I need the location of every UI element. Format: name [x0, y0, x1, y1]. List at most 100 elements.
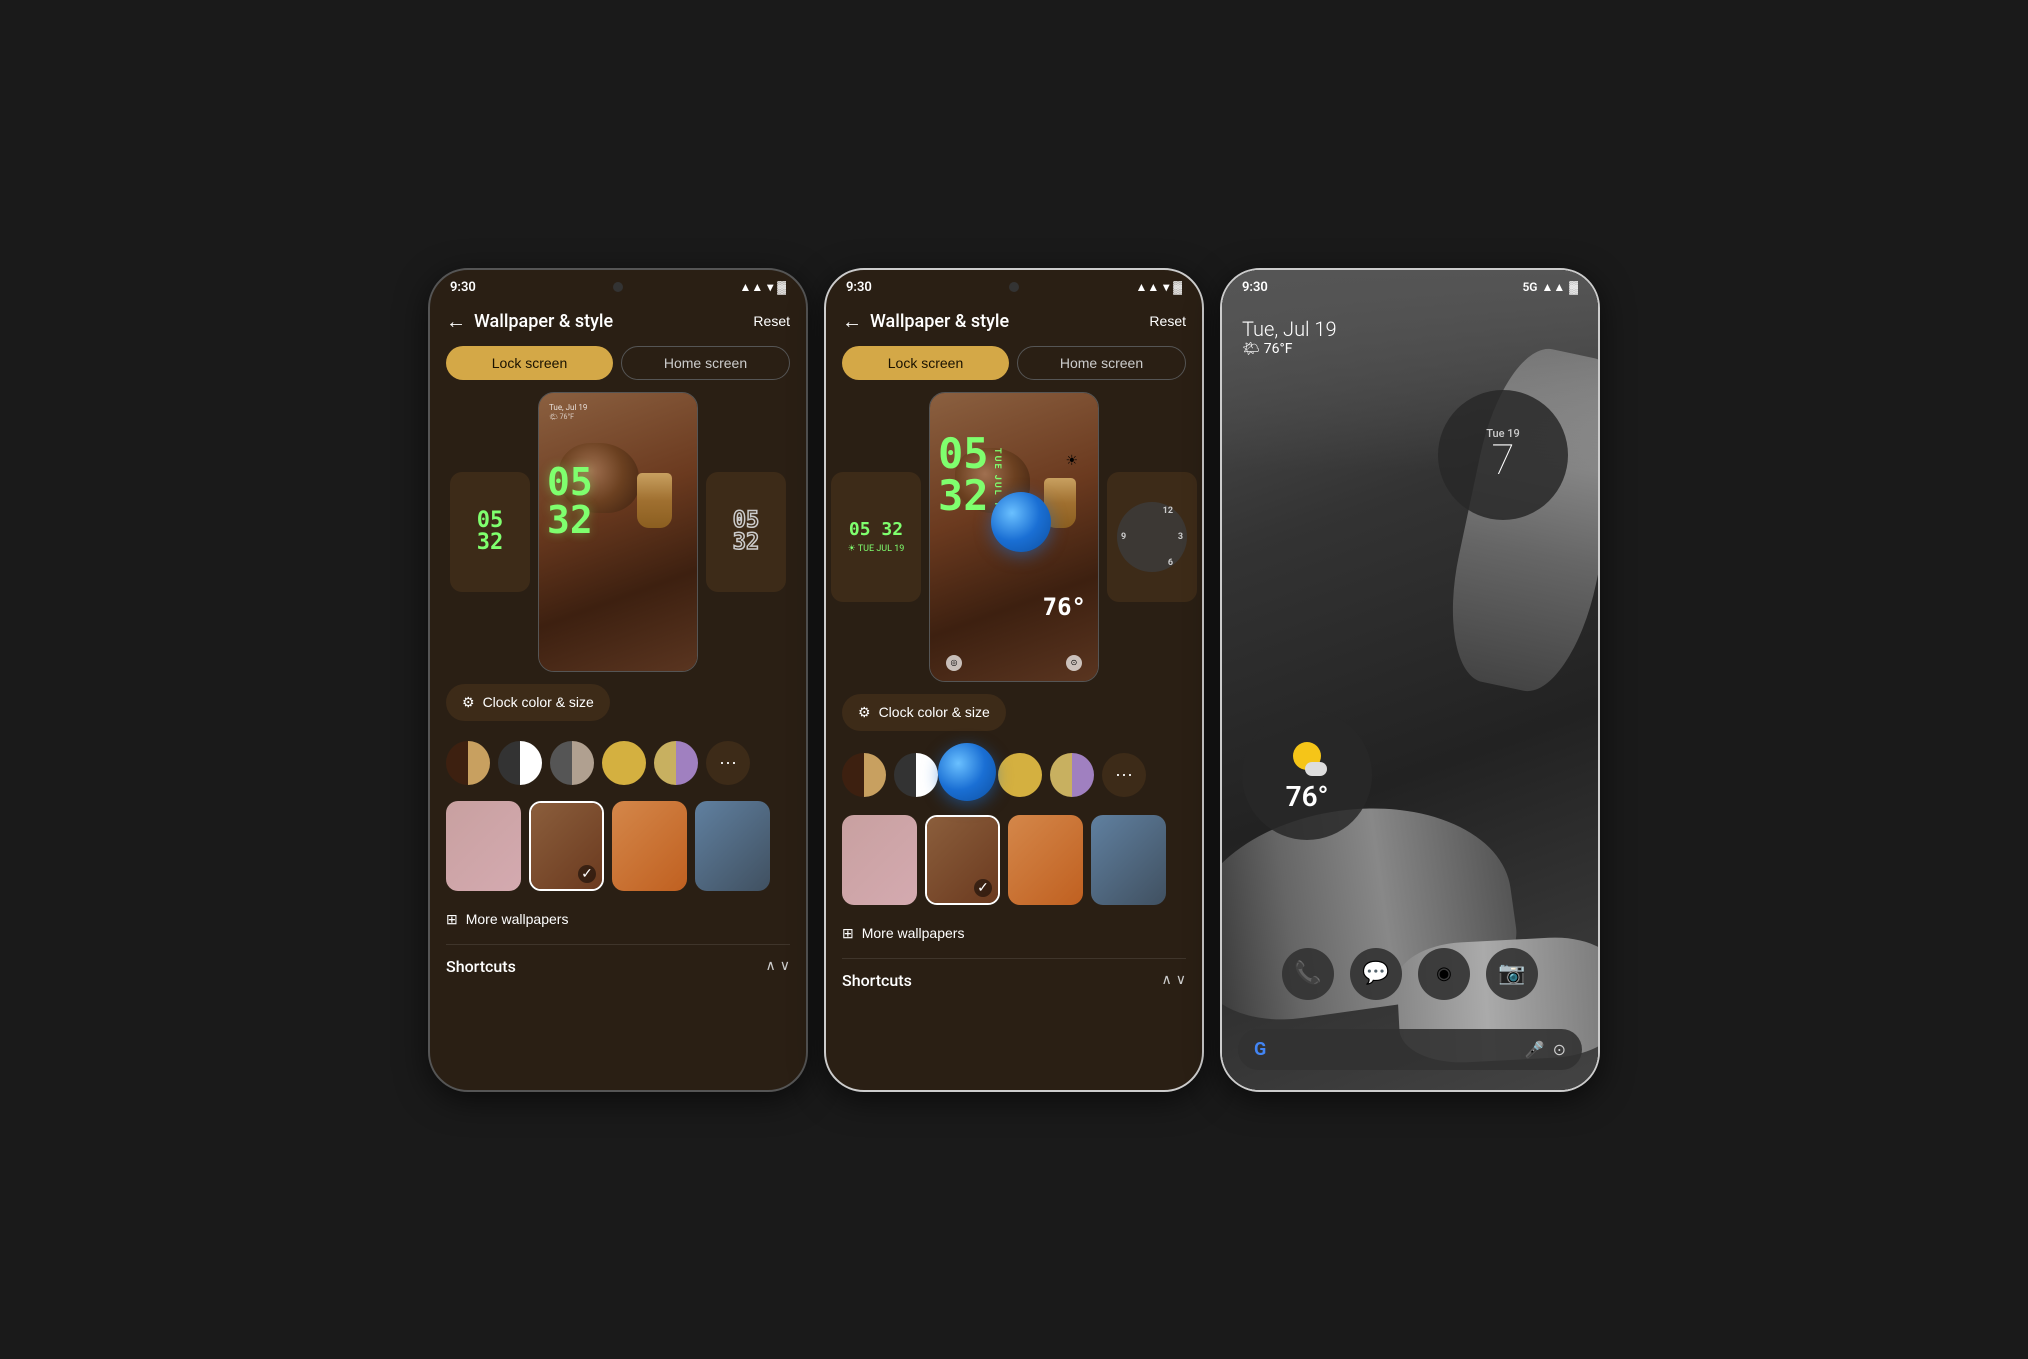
header-left-1: ← Wallpaper & style [446, 309, 613, 334]
clock-option-right-1[interactable]: 0532 [706, 472, 786, 592]
swatch-gray-1[interactable] [550, 741, 594, 785]
page-title-2: Wallpaper & style [870, 311, 1009, 332]
phone-2: 9:30 ▲▲ ▾ ▓ ← Wallpaper & style Reset Lo… [824, 268, 1204, 1092]
blue-drag-indicator[interactable] [991, 492, 1051, 552]
shortcuts-label-1: Shortcuts [446, 957, 516, 976]
wp-thumb-brown-2[interactable]: ✓ [925, 815, 1000, 905]
shortcuts-expand-2[interactable]: ∧ ∨ [1162, 972, 1187, 988]
swatch-purple-1[interactable] [654, 741, 698, 785]
swatch-gold-2[interactable] [842, 753, 886, 797]
status-icons-3: 5G ▲▲ ▓ [1522, 280, 1578, 294]
selected-checkmark-1: ✓ [578, 865, 596, 883]
preview-area-1: 0532 Tue, Jul 19 🌤 76°F [430, 392, 806, 684]
signal-icon-3: ▲▲ [1541, 280, 1565, 294]
page-title-1: Wallpaper & style [474, 311, 613, 332]
swatch-yellow-2[interactable] [998, 753, 1042, 797]
wp-thumb-orange-1[interactable] [612, 801, 687, 891]
swatch-more-2[interactable]: ··· [1102, 753, 1146, 797]
tab-lock-screen-1[interactable]: Lock screen [446, 346, 613, 380]
color-swatches-2: ··· [826, 743, 1202, 807]
more-wallpapers-btn-2[interactable]: ⊞ More wallpapers [842, 917, 964, 950]
time-2: 9:30 [846, 280, 872, 295]
tab-home-screen-2[interactable]: Home screen [1017, 346, 1186, 380]
status-bar-2: 9:30 ▲▲ ▾ ▓ [826, 270, 1202, 301]
gear-icon-1: ⚙ [462, 694, 475, 711]
preview-date-1: Tue, Jul 19 [549, 403, 587, 412]
fingerprint-icon-2: ◎ [946, 655, 962, 671]
wallpaper-thumbs-1: ✓ [430, 793, 806, 899]
dock-camera-3[interactable]: 📷 [1486, 948, 1538, 1000]
tab-lock-screen-2[interactable]: Lock screen [842, 346, 1009, 380]
wp-thumb-pink-2[interactable] [842, 815, 917, 905]
tab-home-screen-1[interactable]: Home screen [621, 346, 790, 380]
divider-1 [446, 944, 790, 945]
shortcuts-expand-1[interactable]: ∧ ∨ [766, 958, 791, 974]
clock-option-right-2[interactable]: 12 3 6 9 [1107, 472, 1197, 602]
live-date-3: Tue, Jul 19 [1242, 317, 1578, 341]
swatch-bw-2[interactable] [894, 753, 938, 797]
clock-option-left-1[interactable]: 0532 [450, 472, 530, 592]
more-wallpapers-label-1: More wallpapers [466, 911, 569, 927]
preview-bottom-2: ◎ ⊙ [930, 655, 1098, 671]
status-bar-3: 9:30 5G ▲▲ ▓ [1222, 270, 1598, 301]
clock-color-btn-1[interactable]: ⚙ Clock color & size [446, 684, 610, 721]
dock-phone-3[interactable]: 📞 [1282, 948, 1334, 1000]
color-swatches-1: ··· [430, 733, 806, 793]
swatch-gold-1[interactable] [446, 741, 490, 785]
more-wallpapers-label-2: More wallpapers [862, 925, 965, 941]
clock-left-date-2: ☀ TUE JUL 19 [848, 544, 905, 554]
preview-temp-2: 76° [1043, 593, 1086, 621]
swatch-yellow-1[interactable] [602, 741, 646, 785]
tab-bar-2: Lock screen Home screen [826, 346, 1202, 392]
shortcuts-label-2: Shortcuts [842, 971, 912, 990]
dock-messages-3[interactable]: 💬 [1350, 948, 1402, 1000]
selected-checkmark-2: ✓ [974, 879, 992, 897]
signal-icon-2: ▲▲ [1135, 280, 1159, 294]
chevron-down-icon-1: ∨ [780, 958, 790, 974]
back-button-2[interactable]: ← [842, 309, 862, 334]
wifi-icon-2: ▾ [1163, 280, 1169, 294]
wp-thumb-brown-1[interactable]: ✓ [529, 801, 604, 891]
wp-thumb-pink-1[interactable] [446, 801, 521, 891]
screenshot-container: 9:30 ▲▲ ▾ ▓ ← Wallpaper & style Reset Lo… [408, 248, 1620, 1112]
dock-chrome-3[interactable]: ◉ [1418, 948, 1470, 1000]
status-icons-2: ▲▲ ▾ ▓ [1135, 280, 1182, 294]
clock-right-time: 0532 [733, 510, 760, 554]
analog-clock-2: 12 3 6 9 [1117, 502, 1187, 572]
gear-icon-2: ⚙ [858, 704, 871, 721]
blue-drag-swatch[interactable] [938, 743, 996, 801]
chevron-up-icon-2: ∧ [1162, 972, 1172, 988]
search-bar-3[interactable]: G 🎤 ⊙ [1238, 1029, 1582, 1070]
chevron-down-icon-2: ∨ [1176, 972, 1186, 988]
dock-area-3: 📞 💬 ◉ 📷 [1222, 948, 1598, 1000]
preview-sun-2: ☀ [1065, 453, 1078, 469]
swatch-more-1[interactable]: ··· [706, 741, 750, 785]
phone-3: 9:30 5G ▲▲ ▓ Tue, Jul 19 🌤 76°F [1220, 268, 1600, 1092]
reset-button-2[interactable]: Reset [1149, 313, 1186, 329]
lens-icon-3[interactable]: ⊙ [1553, 1040, 1566, 1059]
page-header-2: ← Wallpaper & style Reset [826, 301, 1202, 346]
swatch-bw-1[interactable] [498, 741, 542, 785]
wp-thumb-city-1[interactable] [695, 801, 770, 891]
battery-icon-2: ▓ [1173, 280, 1182, 294]
clock-color-btn-2[interactable]: ⚙ Clock color & size [842, 694, 1006, 731]
reset-button-1[interactable]: Reset [753, 313, 790, 329]
phone-preview-center-1[interactable]: Tue, Jul 19 🌤 76°F 0532 ◎ ⊙ [538, 392, 698, 672]
swatch-purple-2[interactable] [1050, 753, 1094, 797]
wallpaper-thumbs-2: ✓ [826, 807, 1202, 913]
clock-option-left-2[interactable]: 05 32 ☀ TUE JUL 19 [831, 472, 921, 602]
back-button-1[interactable]: ← [446, 309, 466, 334]
weather-widget-3: 76° [1242, 710, 1372, 840]
time-3: 9:30 [1242, 280, 1268, 295]
tab-bar-1: Lock screen Home screen [430, 346, 806, 392]
time-1: 9:30 [450, 280, 476, 295]
clock-left-time: 0532 [477, 510, 504, 554]
weather-widget-bg-3: 76° [1242, 710, 1372, 840]
wp-thumb-city-2[interactable] [1091, 815, 1166, 905]
grid-icon-2: ⊞ [842, 925, 854, 942]
mic-icon-3[interactable]: 🎤 [1525, 1040, 1545, 1059]
more-wallpapers-btn-1[interactable]: ⊞ More wallpapers [446, 903, 568, 936]
wp-thumb-orange-2[interactable] [1008, 815, 1083, 905]
status-icons-1: ▲▲ ▾ ▓ [739, 280, 786, 294]
weather-sun-widget-3 [1287, 736, 1327, 776]
